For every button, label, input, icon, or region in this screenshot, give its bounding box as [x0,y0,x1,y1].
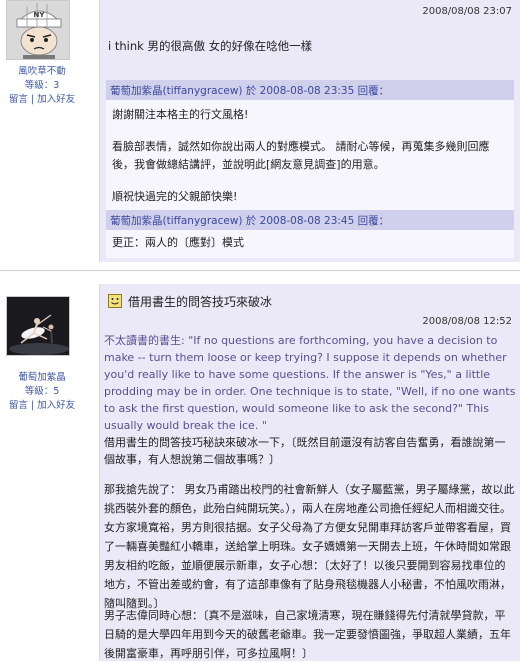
quote-english: 不太讀書的書生: "If no questions are forthcomin… [104,334,516,432]
reply-paragraph: 謝謝關注本格主的行文風格! [112,108,249,121]
article-title[interactable]: 借用書生的問答技巧來破冰 [128,293,272,310]
post-date: 2008/08/08 23:07 [422,6,512,17]
reply-body: 謝謝關注本格主的行文風格! 看臉部表情，誠然如你說出兩人的對應模式。 請耐心等候… [106,100,514,210]
link-separator: | [30,400,35,411]
article-post: 葡萄加紫晶 等級：5 留言 | 加入好友 借用書生的問答技巧來破冰 2008/0… [0,284,520,661]
reply-paragraph: 順祝快過完的父親節快樂! [112,190,238,203]
svg-text:NY: NY [34,11,46,19]
user-sidebar: 葡萄加紫晶 等級：5 留言 | 加入好友 [0,284,100,661]
reply-paragraph: 看臉部表情，誠然如你說出兩人的對應模式。 請耐心等候，再蒐集多幾則回應後，我會做… [112,140,490,171]
post-content: 2008/08/08 23:07 i think 男的很高傲 女的好像在唸他一樣… [100,0,520,262]
avatar-cartoon-image: NY [7,1,69,59]
user-actions: 留言 | 加入好友 [0,397,84,411]
reply-header: 葡萄加紫晶(tiffanygracew) 於 2008-08-08 23:45 … [106,210,514,230]
message-link[interactable]: 留言 [9,94,28,105]
divider [0,270,520,271]
article-paragraph: 男子志偉同時心想：〔真不是滋味，自己家境清寒，現在賺錢得先付清就學貸款，平日騎的… [104,609,511,660]
avatar[interactable]: NY [6,0,70,60]
add-friend-link[interactable]: 加入好友 [37,94,75,105]
post-separator [0,262,520,284]
article-paragraph: 那我搶先說了： 男女乃甫踏出校門的社會新鮮人（女子屬藍黨，男子屬綠黨，故以此挑西… [104,483,515,610]
article-title-row: 借用書生的問答技巧來破冰 [108,292,272,310]
quoted-text: 不太讀書的書生: "If no questions are forthcomin… [104,332,516,468]
user-sidebar: NY 風吹草不動 等級：3 留言 | 加入好友 [0,0,100,262]
quote-chinese: 借用書生的問答技巧秘訣來破冰一下，〔既然目前還沒有訪客自告奮勇，看誰說第一個故事… [104,436,506,466]
user-name-link[interactable]: 風吹草不動 [0,63,84,77]
link-separator: | [30,94,35,105]
article-content: 借用書生的問答技巧來破冰 2008/08/08 12:52 不太讀書的書生: "… [100,284,520,661]
post-date: 2008/08/08 12:52 [422,316,512,327]
add-friend-link[interactable]: 加入好友 [37,400,75,411]
comment-post: NY 風吹草不動 等級：3 留言 | 加入好友 2008/08/08 23:07… [0,0,520,262]
user-level: 等級：5 [24,386,60,397]
avatar-ballet-image [7,297,69,355]
user-level: 等級：3 [24,80,60,91]
smiley-icon [108,294,122,308]
avatar[interactable] [6,296,70,356]
reply-paragraph: 更正：兩人的〔應對〕模式 [112,236,244,249]
reply-header: 葡萄加紫晶(tiffanygracew) 於 2008-08-08 23:35 … [106,80,514,100]
user-name-link[interactable]: 葡萄加紫晶 [0,369,84,383]
post-message: i think 男的很高傲 女的好像在唸他一樣 [108,39,313,53]
message-link[interactable]: 留言 [9,400,28,411]
reply-body: 更正：兩人的〔應對〕模式 [106,230,514,258]
user-actions: 留言 | 加入好友 [0,91,84,105]
